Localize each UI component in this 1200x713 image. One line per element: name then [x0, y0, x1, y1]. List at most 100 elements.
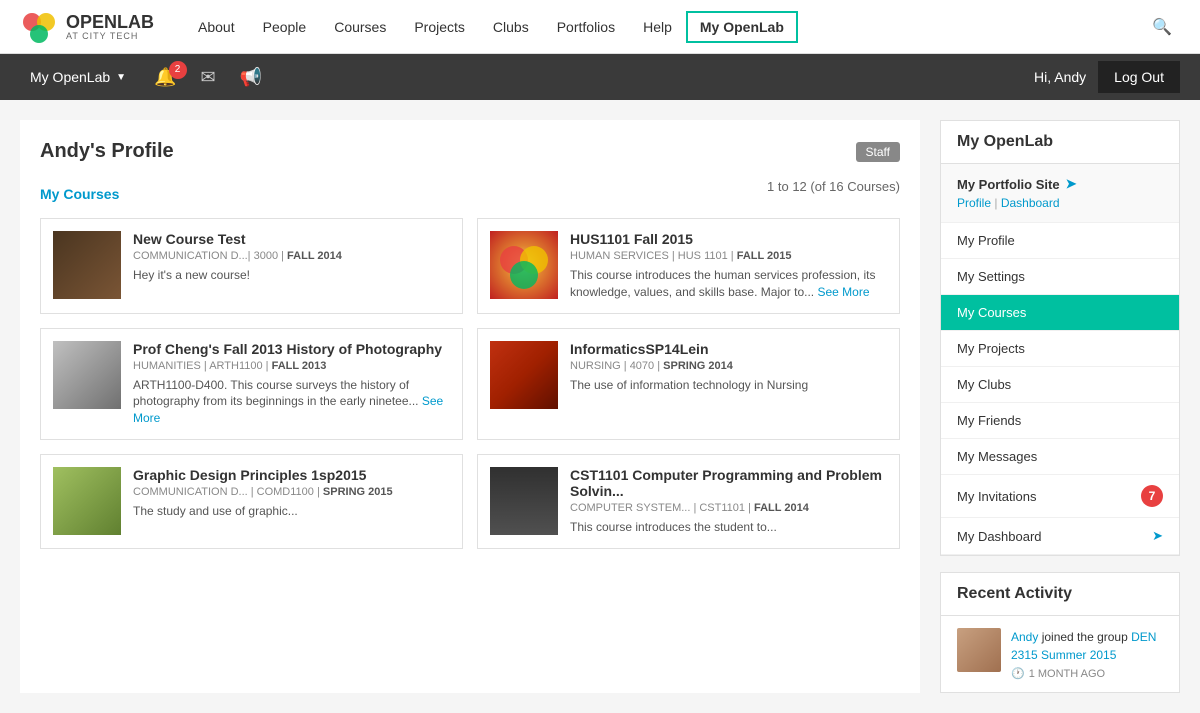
dashboard-arrow-icon: ➤ — [1152, 528, 1163, 544]
sidebar-item-my-clubs[interactable]: My Clubs — [941, 367, 1179, 403]
course-name[interactable]: New Course Test — [133, 231, 450, 247]
course-name[interactable]: Prof Cheng's Fall 2013 History of Photog… — [133, 341, 450, 357]
my-courses-link[interactable]: My Courses — [40, 186, 119, 202]
course-card: CST1101 Computer Programming and Problem… — [477, 454, 900, 549]
hi-user-text: Hi, Andy — [1034, 69, 1086, 85]
course-name[interactable]: Graphic Design Principles 1sp2015 — [133, 467, 450, 483]
logo-openlab-text: OPENLAB — [66, 13, 154, 31]
course-card: HUS1101 Fall 2015 HUMAN SERVICES | HUS 1… — [477, 218, 900, 314]
nav-about[interactable]: About — [184, 11, 249, 43]
logout-button[interactable]: Log Out — [1098, 61, 1180, 93]
dropdown-arrow-icon: ▼ — [116, 72, 126, 83]
staff-badge: Staff — [856, 142, 900, 162]
portfolio-label: My Portfolio Site ➤ — [957, 176, 1163, 192]
course-name[interactable]: CST1101 Computer Programming and Problem… — [570, 467, 887, 499]
sidebar-item-my-projects[interactable]: My Projects — [941, 331, 1179, 367]
nav-people[interactable]: People — [249, 11, 321, 43]
sidebar-item-label: My Settings — [957, 269, 1025, 284]
sidebar-item-my-settings[interactable]: My Settings — [941, 259, 1179, 295]
recent-activity-section: Recent Activity Andy joined the group DE… — [940, 572, 1180, 693]
activity-timestamp: 1 MONTH AGO — [1029, 668, 1105, 680]
course-desc: This course introduces the human service… — [570, 267, 887, 301]
logo-text: OPENLAB AT CITY TECH — [66, 13, 154, 41]
activity-user-link[interactable]: Andy — [1011, 630, 1038, 644]
secondary-nav-right: Hi, Andy Log Out — [1034, 61, 1180, 93]
sidebar-item-label: My Dashboard — [957, 529, 1042, 544]
left-column: Andy's Profile Staff My Courses 1 to 12 … — [20, 120, 920, 693]
sidebar-item-my-courses[interactable]: My Courses — [941, 295, 1179, 331]
course-meta: COMMUNICATION D... | COMD1100 | SPRING 2… — [133, 486, 450, 498]
course-meta: COMMUNICATION D...| 3000 | FALL 2014 — [133, 250, 450, 262]
see-more-link[interactable]: See More — [817, 285, 869, 299]
activity-avatar — [957, 628, 1001, 672]
sidebar-item-label: My Invitations — [957, 489, 1036, 504]
secondary-nav-icons: 🔔 2 ✉ 📢 — [146, 63, 270, 92]
sidebar-item-label: My Friends — [957, 413, 1021, 428]
sidebar-title: My OpenLab — [941, 121, 1179, 164]
sidebar-item-my-messages[interactable]: My Messages — [941, 439, 1179, 475]
course-card: Prof Cheng's Fall 2013 History of Photog… — [40, 328, 463, 440]
logo-citytech-text: AT CITY TECH — [66, 31, 154, 41]
course-meta: HUMANITIES | ARTH1100 | FALL 2013 — [133, 360, 450, 372]
courses-count: 1 to 12 (of 16 Courses) — [767, 179, 900, 194]
course-info: Prof Cheng's Fall 2013 History of Photog… — [133, 341, 450, 427]
search-button[interactable]: 🔍 — [1144, 9, 1180, 45]
course-desc: The study and use of graphic... — [133, 503, 450, 520]
portfolio-links: Profile | Dashboard — [957, 192, 1163, 210]
sidebar-item-label: My Messages — [957, 449, 1037, 464]
profile-header: Andy's Profile Staff — [40, 140, 900, 163]
my-openlab-sidebar: My OpenLab My Portfolio Site ➤ Profile |… — [940, 120, 1180, 556]
course-desc: This course introduces the student to... — [570, 519, 887, 536]
course-name[interactable]: InformaticsSP14Lein — [570, 341, 887, 357]
top-navigation: OPENLAB AT CITY TECH About People Course… — [0, 0, 1200, 54]
secondary-navigation: My OpenLab ▼ 🔔 2 ✉ 📢 Hi, Andy Log Out — [0, 54, 1200, 100]
sidebar-item-label: My Clubs — [957, 377, 1011, 392]
logo-icon — [20, 8, 58, 46]
see-more-link[interactable]: See More — [133, 394, 443, 425]
activity-content: Andy joined the group DEN 2315 Summer 20… — [1011, 628, 1163, 680]
logo[interactable]: OPENLAB AT CITY TECH — [20, 8, 154, 46]
course-meta: HUMAN SERVICES | HUS 1101 | FALL 2015 — [570, 250, 887, 262]
nav-help[interactable]: Help — [629, 11, 686, 43]
portfolio-profile-link[interactable]: Profile — [957, 196, 991, 210]
course-image — [53, 341, 121, 409]
nav-portfolios[interactable]: Portfolios — [543, 11, 629, 43]
my-openlab-dropdown-button[interactable]: My OpenLab ▼ — [20, 61, 136, 93]
course-name[interactable]: HUS1101 Fall 2015 — [570, 231, 887, 247]
course-image — [53, 467, 121, 535]
activity-item: Andy joined the group DEN 2315 Summer 20… — [941, 616, 1179, 692]
course-card: InformaticsSP14Lein NURSING | 4070 | SPR… — [477, 328, 900, 440]
sidebar-item-my-friends[interactable]: My Friends — [941, 403, 1179, 439]
course-image — [490, 341, 558, 409]
course-card: Graphic Design Principles 1sp2015 COMMUN… — [40, 454, 463, 549]
courses-header-row: My Courses 1 to 12 (of 16 Courses) — [40, 179, 900, 208]
profile-title: Andy's Profile — [40, 140, 174, 163]
recent-activity-title: Recent Activity — [941, 573, 1179, 616]
course-info: HUS1101 Fall 2015 HUMAN SERVICES | HUS 1… — [570, 231, 887, 301]
portfolio-dashboard-link[interactable]: Dashboard — [1001, 196, 1060, 210]
course-info: Graphic Design Principles 1sp2015 COMMUN… — [133, 467, 450, 535]
course-meta: NURSING | 4070 | SPRING 2014 — [570, 360, 887, 372]
course-info: CST1101 Computer Programming and Problem… — [570, 467, 887, 536]
nav-links: About People Courses Projects Clubs Port… — [184, 11, 1144, 43]
course-image — [53, 231, 121, 299]
sidebar-item-label: My Courses — [957, 305, 1026, 320]
course-card: New Course Test COMMUNICATION D...| 3000… — [40, 218, 463, 314]
announcements-icon[interactable]: 📢 — [232, 63, 270, 92]
nav-courses[interactable]: Courses — [320, 11, 400, 43]
course-image — [490, 231, 558, 299]
course-image — [490, 467, 558, 535]
messages-icon[interactable]: ✉ — [193, 63, 224, 92]
nav-myopenlab[interactable]: My OpenLab — [686, 11, 798, 43]
nav-clubs[interactable]: Clubs — [479, 11, 543, 43]
sidebar-item-my-profile[interactable]: My Profile — [941, 223, 1179, 259]
portfolio-site-text: My Portfolio Site — [957, 177, 1060, 192]
nav-projects[interactable]: Projects — [400, 11, 479, 43]
notifications-icon[interactable]: 🔔 2 — [146, 63, 184, 92]
right-sidebar: My OpenLab My Portfolio Site ➤ Profile |… — [940, 120, 1180, 693]
sidebar-item-my-invitations[interactable]: My Invitations 7 — [941, 475, 1179, 518]
sidebar-item-label: My Profile — [957, 233, 1015, 248]
course-meta: COMPUTER SYSTEM... | CST1101 | FALL 2014 — [570, 502, 887, 514]
sidebar-item-my-dashboard[interactable]: My Dashboard ➤ — [941, 518, 1179, 555]
invitations-badge: 7 — [1141, 485, 1163, 507]
